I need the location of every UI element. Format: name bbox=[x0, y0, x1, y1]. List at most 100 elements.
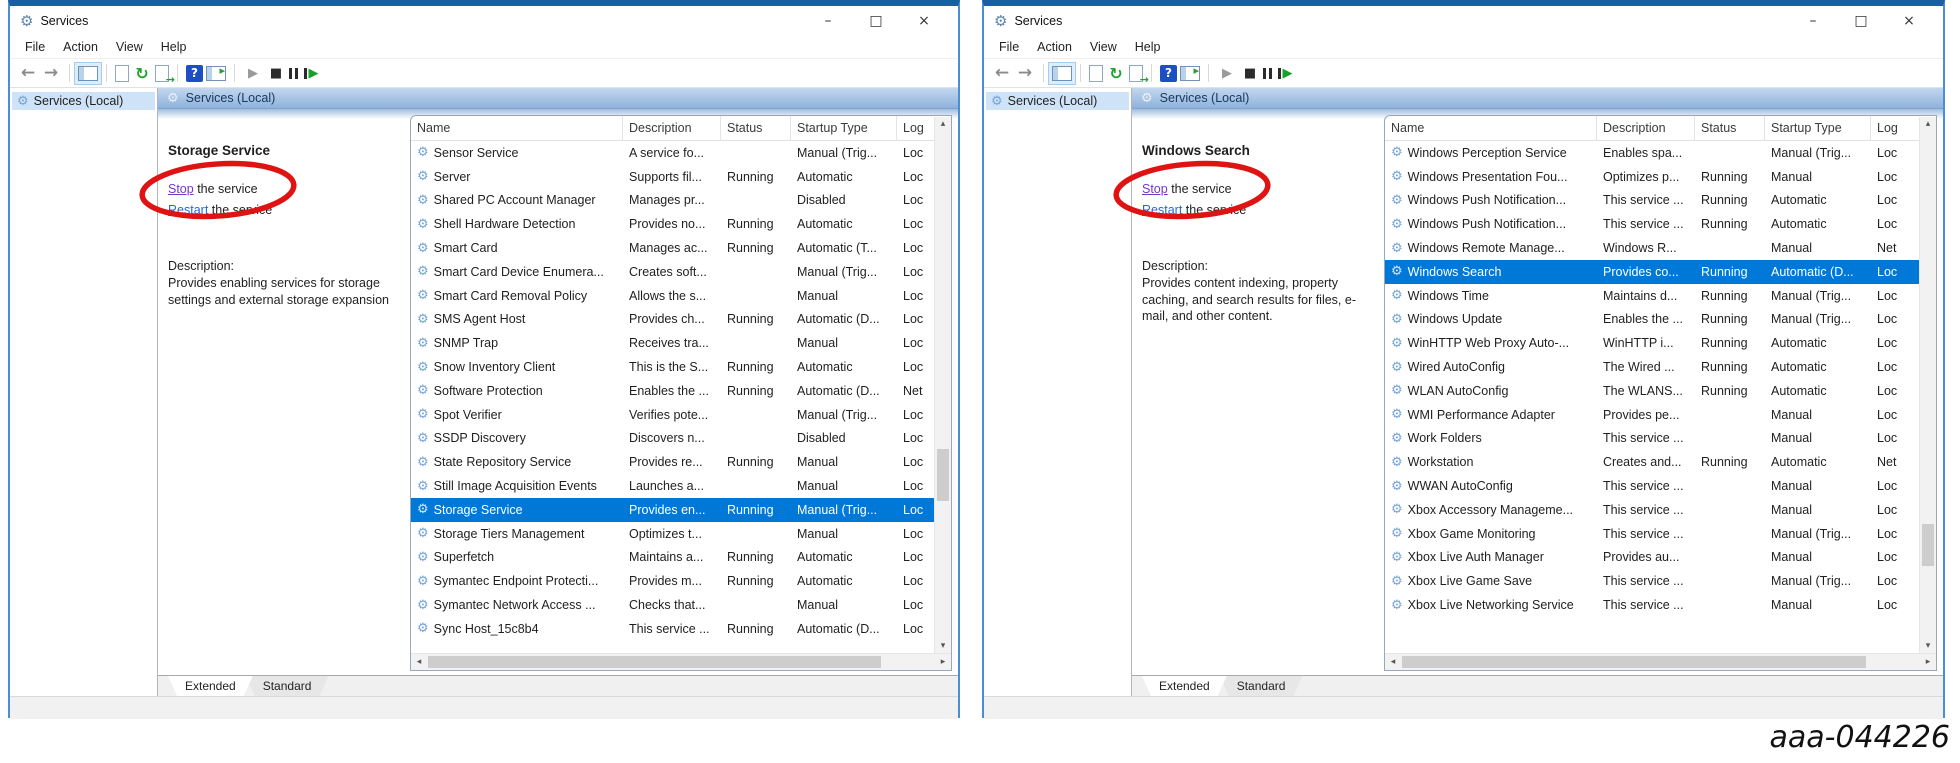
service-row[interactable]: ⚙WWAN AutoConfigThis service ...ManualLo… bbox=[1385, 474, 1936, 498]
column-header-startup-type[interactable]: Startup Type bbox=[791, 116, 897, 140]
menu-help[interactable]: Help bbox=[152, 40, 196, 54]
properties-icon[interactable] bbox=[1089, 65, 1103, 82]
column-header-status[interactable]: Status bbox=[721, 116, 791, 140]
menu-file[interactable]: File bbox=[16, 40, 54, 54]
export-list-icon[interactable] bbox=[155, 65, 169, 82]
menu-view[interactable]: View bbox=[1081, 40, 1126, 54]
show-console-tree-icon[interactable] bbox=[78, 66, 98, 81]
service-row[interactable]: ⚙Symantec Network Access ...Checks that.… bbox=[411, 593, 951, 617]
tab-extended[interactable]: Extended bbox=[1142, 676, 1227, 696]
tree-item-services-local[interactable]: ⚙ Services (Local) bbox=[986, 92, 1129, 110]
column-header-description[interactable]: Description bbox=[1597, 116, 1695, 140]
minimize-button[interactable]: – bbox=[804, 13, 852, 29]
maximize-button[interactable]: □ bbox=[1837, 13, 1885, 29]
service-row[interactable]: ⚙Xbox Live Game SaveThis service ...Manu… bbox=[1385, 569, 1936, 593]
service-row[interactable]: ⚙Smart Card Device Enumera...Creates sof… bbox=[411, 260, 951, 284]
show-action-pane-icon[interactable] bbox=[1180, 66, 1200, 81]
service-row[interactable]: ⚙Still Image Acquisition EventsLaunches … bbox=[411, 474, 951, 498]
horizontal-scrollbar[interactable]: ◂ ▸ bbox=[411, 653, 951, 670]
column-header-status[interactable]: Status bbox=[1695, 116, 1765, 140]
menu-help[interactable]: Help bbox=[1126, 40, 1170, 54]
stop-service-link[interactable]: Stop bbox=[168, 182, 194, 196]
horizontal-scroll-thumb[interactable] bbox=[428, 656, 881, 668]
stop-service-icon[interactable]: ■ bbox=[266, 62, 286, 84]
service-row[interactable]: ⚙SSDP DiscoveryDiscovers n...DisabledLoc bbox=[411, 427, 951, 451]
service-row[interactable]: ⚙Xbox Live Networking ServiceThis servic… bbox=[1385, 593, 1936, 617]
refresh-icon[interactable]: ↻ bbox=[132, 62, 152, 84]
menu-action[interactable]: Action bbox=[1028, 40, 1081, 54]
service-row[interactable]: ⚙Shared PC Account ManagerManages pr...D… bbox=[411, 189, 951, 213]
maximize-button[interactable]: □ bbox=[852, 13, 900, 29]
service-row[interactable]: ⚙SuperfetchMaintains a...RunningAutomati… bbox=[411, 546, 951, 570]
restart-service-icon[interactable]: ▶ bbox=[301, 62, 321, 84]
minimize-button[interactable]: – bbox=[1789, 13, 1837, 29]
service-row[interactable]: ⚙Windows Push Notification...This servic… bbox=[1385, 189, 1936, 213]
service-row[interactable]: ⚙Sync Host_15c8b4This service ...Running… bbox=[411, 617, 951, 641]
column-header-name[interactable]: Nameˆ bbox=[1385, 116, 1597, 140]
pause-service-icon[interactable] bbox=[1263, 68, 1272, 79]
service-row[interactable]: ⚙Work FoldersThis service ...ManualLoc bbox=[1385, 427, 1936, 451]
column-header-description[interactable]: Description bbox=[623, 116, 721, 140]
scroll-left-icon[interactable]: ◂ bbox=[1385, 657, 1401, 667]
column-header-name[interactable]: Nameˆ bbox=[411, 116, 623, 140]
properties-icon[interactable] bbox=[115, 65, 129, 82]
menu-action[interactable]: Action bbox=[54, 40, 107, 54]
menu-view[interactable]: View bbox=[107, 40, 152, 54]
service-row[interactable]: ⚙Windows Perception ServiceEnables spa..… bbox=[1385, 141, 1936, 165]
service-row[interactable]: ⚙Windows UpdateEnables the ...RunningMan… bbox=[1385, 308, 1936, 332]
back-icon[interactable]: ← bbox=[18, 62, 38, 84]
service-row[interactable]: ⚙Windows Remote Manage...Windows R...Man… bbox=[1385, 236, 1936, 260]
back-icon[interactable]: ← bbox=[992, 62, 1012, 84]
tab-extended[interactable]: Extended bbox=[168, 676, 253, 696]
service-row[interactable]: ⚙Sensor ServiceA service fo...Manual (Tr… bbox=[411, 141, 951, 165]
service-row[interactable]: ⚙Xbox Game MonitoringThis service ...Man… bbox=[1385, 522, 1936, 546]
service-row[interactable]: ⚙Windows Presentation Fou...Optimizes p.… bbox=[1385, 165, 1936, 189]
scroll-down-icon[interactable]: ▾ bbox=[941, 639, 946, 653]
service-row[interactable]: ⚙Windows SearchProvides co...RunningAuto… bbox=[1385, 260, 1936, 284]
service-row[interactable]: ⚙Xbox Accessory Manageme...This service … bbox=[1385, 498, 1936, 522]
service-row[interactable]: ⚙Software ProtectionEnables the ...Runni… bbox=[411, 379, 951, 403]
forward-icon[interactable]: → bbox=[41, 62, 61, 84]
service-row[interactable]: ⚙Wired AutoConfigThe Wired ...RunningAut… bbox=[1385, 355, 1936, 379]
restart-service-icon[interactable]: ▶ bbox=[1275, 62, 1295, 84]
close-button[interactable]: × bbox=[1885, 13, 1933, 29]
refresh-icon[interactable]: ↻ bbox=[1106, 62, 1126, 84]
stop-service-link[interactable]: Stop bbox=[1142, 182, 1168, 196]
service-row[interactable]: ⚙WLAN AutoConfigThe WLANS...RunningAutom… bbox=[1385, 379, 1936, 403]
service-row[interactable]: ⚙WMI Performance AdapterProvides pe...Ma… bbox=[1385, 403, 1936, 427]
menu-file[interactable]: File bbox=[990, 40, 1028, 54]
show-console-tree-icon[interactable] bbox=[1052, 66, 1072, 81]
scroll-up-icon[interactable]: ▴ bbox=[941, 117, 946, 131]
service-row[interactable]: ⚙SNMP TrapReceives tra...ManualLoc bbox=[411, 331, 951, 355]
service-row[interactable]: ⚙Xbox Live Auth ManagerProvides au...Man… bbox=[1385, 546, 1936, 570]
service-row[interactable]: ⚙Windows TimeMaintains d...RunningManual… bbox=[1385, 284, 1936, 308]
start-service-icon[interactable]: ▶ bbox=[243, 62, 263, 84]
restart-service-link[interactable]: Restart bbox=[1142, 203, 1182, 217]
export-list-icon[interactable] bbox=[1129, 65, 1143, 82]
service-row[interactable]: ⚙Smart Card Removal PolicyAllows the s..… bbox=[411, 284, 951, 308]
service-row[interactable]: ⚙WinHTTP Web Proxy Auto-...WinHTTP i...R… bbox=[1385, 331, 1936, 355]
service-row[interactable]: ⚙SMS Agent HostProvides ch...RunningAuto… bbox=[411, 308, 951, 332]
service-row[interactable]: ⚙Shell Hardware DetectionProvides no...R… bbox=[411, 212, 951, 236]
service-row[interactable]: ⚙Storage Tiers ManagementOptimizes t...M… bbox=[411, 522, 951, 546]
help-icon[interactable]: ? bbox=[186, 65, 203, 82]
scroll-right-icon[interactable]: ▸ bbox=[935, 657, 951, 667]
column-header-startup-type[interactable]: Startup Type bbox=[1765, 116, 1871, 140]
scroll-down-icon[interactable]: ▾ bbox=[1926, 639, 1931, 653]
service-row[interactable]: ⚙WorkstationCreates and...RunningAutomat… bbox=[1385, 450, 1936, 474]
scroll-right-icon[interactable]: ▸ bbox=[1920, 657, 1936, 667]
start-service-icon[interactable]: ▶ bbox=[1217, 62, 1237, 84]
tab-standard[interactable]: Standard bbox=[246, 676, 329, 696]
tree-item-services-local[interactable]: ⚙ Services (Local) bbox=[12, 92, 155, 110]
service-row[interactable]: ⚙Windows Push Notification...This servic… bbox=[1385, 212, 1936, 236]
close-button[interactable]: × bbox=[900, 13, 948, 29]
restart-service-link[interactable]: Restart bbox=[168, 203, 208, 217]
horizontal-scroll-thumb[interactable] bbox=[1402, 656, 1866, 668]
service-row[interactable]: ⚙Smart CardManages ac...RunningAutomatic… bbox=[411, 236, 951, 260]
service-row[interactable]: ⚙Snow Inventory ClientThis is the S...Ru… bbox=[411, 355, 951, 379]
service-row[interactable]: ⚙ServerSupports fil...RunningAutomaticLo… bbox=[411, 165, 951, 189]
vertical-scrollbar[interactable]: ▴ ▾ bbox=[1919, 117, 1936, 653]
service-row[interactable]: ⚙Spot VerifierVerifies pote...Manual (Tr… bbox=[411, 403, 951, 427]
stop-service-icon[interactable]: ■ bbox=[1240, 62, 1260, 84]
scroll-left-icon[interactable]: ◂ bbox=[411, 657, 427, 667]
